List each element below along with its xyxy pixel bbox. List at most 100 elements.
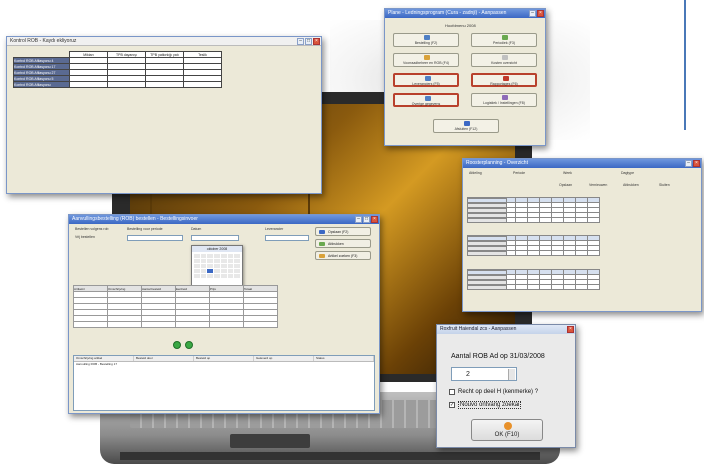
checkbox-box[interactable]: ✓	[449, 402, 455, 408]
order-history-list: Omschrijving artikel Besteld door Bestel…	[73, 355, 375, 411]
menu-button-periodiek[interactable]: Periodiek (F3)	[471, 33, 537, 47]
menu-button-afsluiten[interactable]: Afsluiten (F12)	[433, 119, 499, 133]
close-button[interactable]: ×	[537, 10, 544, 17]
checkbox-ontvang[interactable]: ✓ Nouvo ontvang zoekai	[449, 401, 522, 409]
schedule-block	[467, 197, 600, 223]
form-window-titlebar[interactable]: Aanvullingsbestelling (ROB) bestellen - …	[69, 215, 379, 224]
filter-label: Week	[563, 171, 572, 175]
search-article-button[interactable]: Artikel zoeken (F3)	[315, 251, 371, 260]
menu-button-kosten[interactable]: Kosten overzicht	[471, 53, 537, 67]
calendar-days[interactable]	[192, 252, 242, 280]
list-header-cell[interactable]: Geleverd op	[254, 356, 314, 361]
menu-button-label: Rapportages (F6)	[490, 82, 518, 86]
ok-icon	[504, 422, 512, 430]
chart-icon	[502, 55, 508, 60]
toolbar-button[interactable]: Afdrukken	[623, 183, 639, 187]
toolbar-button[interactable]: Vernieuwen	[589, 183, 607, 187]
save-button-label: Opslaan (F2)	[328, 230, 349, 234]
truck-icon	[425, 76, 431, 81]
table-cell[interactable]	[69, 81, 108, 88]
table-cell[interactable]	[107, 81, 146, 88]
supplier-field[interactable]	[265, 235, 309, 241]
list-header-cell[interactable]: Besteld door	[134, 356, 194, 361]
menu-button-label: Leveranciers (F5)	[412, 82, 440, 86]
minimize-button[interactable]: –	[529, 10, 536, 17]
close-button[interactable]: ×	[693, 160, 700, 167]
period-field[interactable]	[127, 235, 183, 241]
menu-button-bestelling[interactable]: Bestelling (F2)	[393, 33, 459, 47]
table-window-titlebar[interactable]: Kontrol ROB - Kaydı ekliyoruz – □ ×	[7, 37, 321, 46]
checkbox-label: Recht op deel H (kenmerke) ?	[458, 389, 539, 395]
rob-amount-value: 2	[466, 371, 470, 378]
calendar-icon	[502, 35, 508, 40]
rob-amount-input[interactable]: 2	[451, 367, 517, 381]
table-cell[interactable]	[183, 81, 222, 88]
order-form-window: Aanvullingsbestelling (ROB) bestellen - …	[68, 214, 380, 414]
summary-table: Miktarı TPB dayanışı TPB yatkınlığı yatı…	[13, 51, 222, 88]
radio-rob[interactable]: Bestellen volgens rob	[75, 227, 108, 231]
rob-dialog-window: Roxfruit Haiendal zcs - Aanpassen × Aant…	[436, 324, 576, 448]
save-button[interactable]: Opslaan (F2)	[315, 227, 371, 236]
minimize-button[interactable]: –	[297, 38, 304, 45]
schedule-block	[467, 235, 600, 256]
list-header-cell[interactable]: Omschrijving artikel	[74, 356, 134, 361]
ok-button-label: OK (F10)	[494, 432, 520, 438]
menu-button-label: Periodiek (F3)	[493, 41, 515, 45]
menu-window-titlebar[interactable]: Plane - Ledningsprogram (Cura - zadnji) …	[385, 9, 545, 18]
filter-label: Periode	[513, 171, 526, 175]
radio-free[interactable]: Vrij bestellen	[75, 235, 95, 239]
maximize-button[interactable]: □	[305, 38, 312, 45]
dialog-titlebar[interactable]: Roxfruit Haiendal zcs - Aanpassen ×	[437, 325, 575, 334]
toolbar-button[interactable]: Sluiten	[659, 183, 670, 187]
menu-button-label: Bestelling (F2)	[414, 41, 438, 45]
laptop-port-strip	[120, 452, 540, 460]
menu-button-label: Kosten overzicht	[491, 61, 517, 65]
menu-button-label: Overige gegevens	[411, 102, 441, 106]
table-cell[interactable]	[145, 81, 184, 88]
ok-button[interactable]: OK (F10)	[471, 419, 543, 441]
grid-window-titlebar[interactable]: Roosterplanning - Overzicht – ×	[463, 159, 701, 168]
print-button-label: Afdrukken	[328, 242, 344, 246]
close-button[interactable]: ×	[371, 216, 378, 223]
print-button[interactable]: Afdrukken	[315, 239, 371, 248]
add-row-button[interactable]	[173, 341, 181, 349]
dialog-question: Aantal ROB Ad op 31/03/2008	[451, 353, 545, 360]
exit-icon	[464, 121, 470, 126]
list-header-cell[interactable]: Status	[314, 356, 374, 361]
close-button[interactable]: ×	[313, 38, 320, 45]
laptop-touchpad	[230, 434, 310, 448]
menu-button-overige[interactable]: Overige gegevens	[393, 93, 459, 107]
minimize-button[interactable]: –	[685, 160, 692, 167]
menu-button-logistiek[interactable]: Logistiek / Instellingen (F8)	[471, 93, 537, 107]
order-grid: Artikelnr Omschrijving Aantal besteld Ee…	[73, 285, 278, 328]
list-header-cell[interactable]: Besteld op	[194, 356, 254, 361]
toolbar-button[interactable]: Opslaan	[559, 183, 572, 187]
menu-button-leveranciers[interactable]: Leveranciers (F5)	[393, 73, 459, 87]
table-row[interactable]: Kontrol ROB Afilasyonu	[13, 81, 222, 88]
search-button-label: Artikel zoeken (F3)	[328, 254, 358, 258]
settings-icon	[502, 95, 508, 100]
list-icon	[424, 35, 430, 40]
menu-button-rapportages[interactable]: Rapportages (F6)	[471, 73, 537, 87]
decorative-line	[684, 0, 686, 130]
main-menu-window: Plane - Ledningsprogram (Cura - zadnji) …	[384, 8, 546, 146]
close-button[interactable]: ×	[567, 326, 574, 333]
checkbox-deel-h[interactable]: Recht op deel H (kenmerke) ?	[449, 389, 538, 395]
report-icon	[503, 76, 509, 81]
minimize-button[interactable]: –	[355, 216, 362, 223]
menu-button-voorraad[interactable]: Voorraadbeheer en ROB (F4)	[393, 53, 459, 67]
menu-heading: Hoofdmenu 2008	[445, 23, 476, 28]
filter-label: Afdeling	[469, 171, 482, 175]
checkbox-box[interactable]	[449, 389, 455, 395]
list-item[interactable]: Aanvulling ROB - Bestelling 17	[74, 362, 374, 367]
maximize-button[interactable]: □	[363, 216, 370, 223]
spin-button[interactable]	[508, 369, 515, 380]
table-row[interactable]	[73, 321, 278, 328]
menu-window-title: Plane - Ledningsprogram (Cura - zadnji) …	[388, 10, 507, 16]
date-label: Datum	[191, 227, 202, 231]
box-icon	[424, 55, 430, 60]
date-field[interactable]	[191, 235, 239, 241]
supplier-label: Leverancier	[265, 227, 284, 231]
row-label: Kontrol ROB Afilasyonu	[13, 81, 70, 88]
confirm-button[interactable]	[185, 341, 193, 349]
